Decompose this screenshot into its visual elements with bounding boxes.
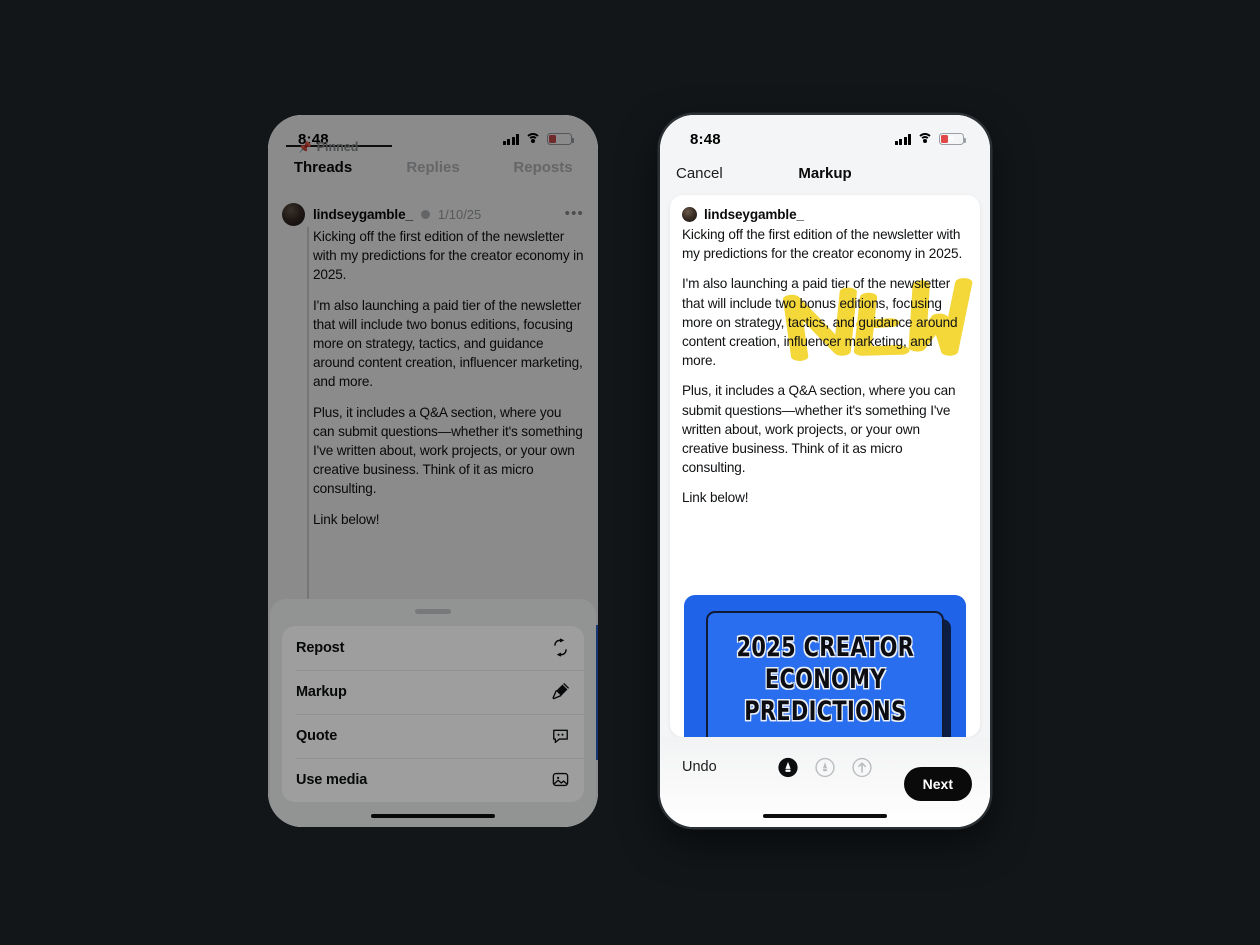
post-attachment-image-right[interactable]: 2025 CREATOR ECONOMY PREDICTIONS xyxy=(684,595,966,737)
repost-icon xyxy=(551,638,570,657)
photo-icon xyxy=(551,770,570,789)
menu-item-quote[interactable]: Quote xyxy=(282,713,584,758)
home-indicator xyxy=(763,813,887,818)
post-paragraph: I'm also launching a paid tier of the ne… xyxy=(682,276,958,369)
attachment-line-2: ECONOMY xyxy=(764,663,886,695)
quote-bubble-icon xyxy=(551,726,570,745)
post-paragraph: Kicking off the first edition of the new… xyxy=(682,227,963,262)
undo-button[interactable]: Undo xyxy=(682,759,717,775)
next-button[interactable]: Next xyxy=(903,767,972,801)
status-time: 8:48 xyxy=(690,130,721,148)
menu-item-markup[interactable]: Markup xyxy=(282,669,584,714)
phone-left: 8:48 6 Threads Replies Reposts 📌 Pinned … xyxy=(268,115,598,827)
battery-icon: 6 xyxy=(939,133,966,145)
attachment-line-3: PREDICTIONS xyxy=(743,695,907,727)
markup-post-body: Kicking off the first edition of the new… xyxy=(682,225,968,508)
markup-navbar: Cancel Markup xyxy=(660,157,990,189)
post-paragraph: Plus, it includes a Q&A section, where y… xyxy=(682,383,956,476)
post-paragraph: Link below! xyxy=(682,490,749,506)
phone-right: 8:48 6 Cancel Markup lindseygamble_ Kick… xyxy=(660,115,990,827)
markup-post-header: lindseygamble_ xyxy=(682,207,968,222)
action-sheet: Repost Markup Quote Use media xyxy=(270,599,596,827)
status-icons: 6 xyxy=(894,133,966,145)
battery-level: 6 xyxy=(949,134,954,143)
left-screen: 8:48 6 Threads Replies Reposts 📌 Pinned … xyxy=(268,115,598,827)
screenshot-stage: 8:48 6 Threads Replies Reposts 📌 Pinned … xyxy=(0,0,1260,945)
action-menu: Repost Markup Quote Use media xyxy=(282,625,584,802)
cancel-button[interactable]: Cancel xyxy=(676,165,723,182)
markup-post: lindseygamble_ Kicking off the first edi… xyxy=(670,195,980,508)
post-username: lindseygamble_ xyxy=(704,207,804,222)
markup-toolbar: Undo Next xyxy=(660,737,990,827)
cellular-signal-icon xyxy=(894,133,911,145)
menu-item-label: Quote xyxy=(296,727,338,744)
markup-tools xyxy=(778,757,873,778)
avatar xyxy=(682,207,697,222)
menu-item-label: Markup xyxy=(296,683,347,700)
menu-item-label: Use media xyxy=(296,771,368,788)
share-tool-icon[interactable] xyxy=(852,757,873,778)
sheet-grabber[interactable] xyxy=(415,609,451,614)
attachment-inner-frame: 2025 CREATOR ECONOMY PREDICTIONS xyxy=(706,611,944,737)
home-indicator xyxy=(371,813,495,818)
marker-pen-icon xyxy=(551,682,570,701)
markup-canvas[interactable]: lindseygamble_ Kicking off the first edi… xyxy=(670,195,980,737)
highlighter-tool-icon[interactable] xyxy=(815,757,836,778)
attachment-line-1: 2025 CREATOR xyxy=(736,631,914,663)
menu-item-repost[interactable]: Repost xyxy=(282,626,584,670)
wifi-icon xyxy=(917,133,933,145)
menu-item-label: Repost xyxy=(296,639,345,656)
status-bar-right: 8:48 6 xyxy=(660,115,990,155)
menu-item-use-media[interactable]: Use media xyxy=(282,757,584,802)
right-screen: 8:48 6 Cancel Markup lindseygamble_ Kick… xyxy=(660,115,990,827)
pen-tool-icon[interactable] xyxy=(778,757,799,778)
